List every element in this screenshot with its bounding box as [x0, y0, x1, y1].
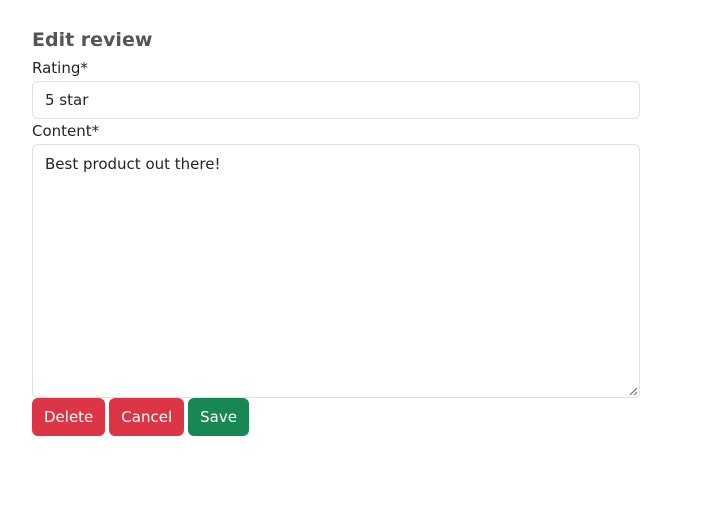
rating-selected-value: 5 star: [45, 91, 89, 109]
rating-select[interactable]: 5 star: [32, 81, 640, 119]
save-button[interactable]: Save: [188, 398, 249, 436]
rating-label: Rating*: [32, 59, 88, 77]
resize-grip-icon[interactable]: [629, 387, 638, 396]
content-text: Best product out there!: [45, 155, 221, 173]
action-buttons: Delete Cancel Save: [32, 398, 640, 436]
edit-review-form: Edit review Rating* 5 star Content* Best…: [32, 24, 640, 436]
cancel-button[interactable]: Cancel: [109, 398, 185, 436]
content-textarea[interactable]: Best product out there!: [32, 144, 640, 398]
delete-button[interactable]: Delete: [32, 398, 106, 436]
content-label: Content*: [32, 122, 100, 140]
page-title: Edit review: [32, 29, 153, 51]
